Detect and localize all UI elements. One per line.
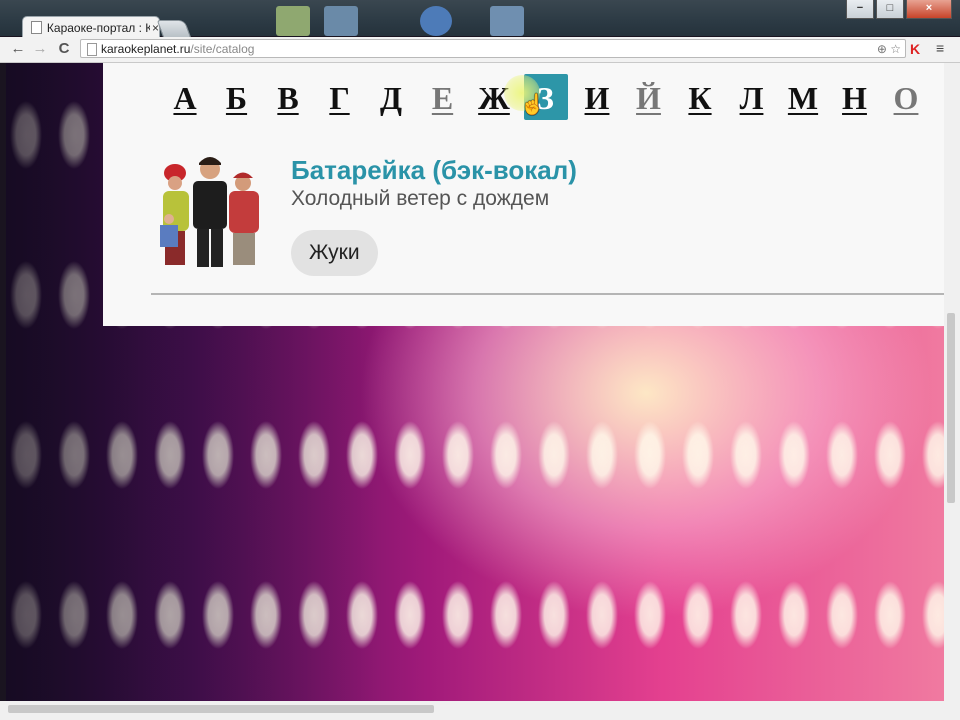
vertical-scroll-thumb[interactable] bbox=[947, 313, 955, 503]
alphabet-letter-label: Б bbox=[225, 80, 248, 116]
alphabet-letter-label: Д bbox=[379, 80, 402, 116]
alphabet-letter-label: К bbox=[688, 80, 712, 116]
horizontal-scroll-thumb[interactable] bbox=[8, 705, 434, 713]
artist-photo[interactable] bbox=[155, 153, 271, 271]
address-bar[interactable]: karaokeplanet.ru/site/catalog ⊕ ☆ bbox=[80, 39, 906, 58]
alphabet-letter-13[interactable]: М bbox=[781, 74, 825, 120]
artist-button[interactable]: Жуки bbox=[291, 230, 378, 276]
alphabet-letter-9[interactable]: И bbox=[575, 74, 619, 120]
forward-icon[interactable]: → bbox=[30, 39, 50, 59]
alphabet-letter-label: И bbox=[584, 80, 610, 116]
url-host: karaokeplanet.ru bbox=[101, 42, 191, 56]
alphabet-letter-label: Н bbox=[842, 80, 867, 116]
star-icon[interactable]: ☆ bbox=[890, 42, 901, 56]
close-button[interactable]: × bbox=[906, 0, 952, 19]
alphabet-letter-4[interactable]: Г bbox=[318, 74, 362, 120]
alphabet-letter-label: Е bbox=[431, 80, 454, 116]
browser-tab[interactable]: Караоке-портал : Ка × bbox=[22, 16, 160, 38]
song-subtitle: Холодный ветер с дождем bbox=[291, 187, 550, 210]
alphabet-letter-5[interactable]: Д bbox=[369, 74, 413, 120]
hand-cursor-icon: ☝ bbox=[520, 94, 545, 116]
alphabet-letter-label: Л bbox=[739, 80, 764, 116]
menu-icon[interactable]: ≡ bbox=[936, 40, 944, 56]
alphabet-letter-11[interactable]: К bbox=[678, 74, 722, 120]
alphabet-letter-6[interactable]: Е bbox=[421, 74, 465, 120]
alphabet-letter-label: М bbox=[787, 80, 819, 116]
word-icon bbox=[420, 6, 452, 36]
omnibox-actions: ⊕ ☆ bbox=[877, 40, 901, 59]
desktop-background-icons bbox=[270, 0, 590, 36]
page-icon bbox=[87, 43, 97, 56]
alphabet-letter-3[interactable]: В bbox=[266, 74, 310, 120]
alphabet-letter-12[interactable]: Л bbox=[730, 74, 774, 120]
page-icon bbox=[31, 21, 42, 34]
alphabet-letter-label: Г bbox=[329, 80, 350, 116]
minimize-button[interactable]: − bbox=[846, 0, 874, 19]
extension-icon[interactable]: K bbox=[910, 41, 920, 57]
alphabet-letter-15[interactable]: О bbox=[884, 74, 928, 120]
page-viewport: АБВГДЕЖЗИЙКЛМНО Батарейка (бэк-вокал) Хо bbox=[6, 63, 944, 701]
desktop-icon bbox=[490, 6, 524, 36]
window-controls: − □ × bbox=[846, 0, 952, 20]
horizontal-scrollbar[interactable] bbox=[0, 701, 960, 720]
alphabet-letter-2[interactable]: Б bbox=[215, 74, 259, 120]
back-icon[interactable]: ← bbox=[8, 39, 28, 59]
alphabet-letter-label: А bbox=[173, 80, 197, 116]
desktop-icon bbox=[276, 6, 310, 36]
alphabet-letter-1[interactable]: А bbox=[163, 74, 207, 120]
tab-title: Караоке-портал : Ка bbox=[46, 20, 150, 35]
divider bbox=[151, 293, 944, 295]
desktop-icon bbox=[324, 6, 358, 36]
maximize-button[interactable]: □ bbox=[876, 0, 904, 19]
alphabet-letter-label: О bbox=[893, 80, 919, 116]
alphabet-nav: АБВГДЕЖЗИЙКЛМНО bbox=[163, 74, 944, 120]
zoom-icon[interactable]: ⊕ bbox=[877, 42, 887, 56]
vertical-scrollbar[interactable] bbox=[944, 63, 960, 701]
alphabet-letter-label: Й bbox=[636, 80, 661, 116]
song-title[interactable]: Батарейка (бэк-вокал) bbox=[291, 155, 577, 186]
reload-icon[interactable]: C bbox=[54, 39, 74, 59]
url-path: /site/catalog bbox=[190, 42, 255, 56]
alphabet-letter-10[interactable]: Й bbox=[627, 74, 671, 120]
browser-toolbar: ← → C karaokeplanet.ru/site/catalog ⊕ ☆ … bbox=[0, 37, 960, 63]
alphabet-letter-label: В bbox=[277, 80, 299, 116]
url-text: karaokeplanet.ru/site/catalog bbox=[101, 40, 254, 59]
alphabet-letter-14[interactable]: Н bbox=[833, 74, 877, 120]
